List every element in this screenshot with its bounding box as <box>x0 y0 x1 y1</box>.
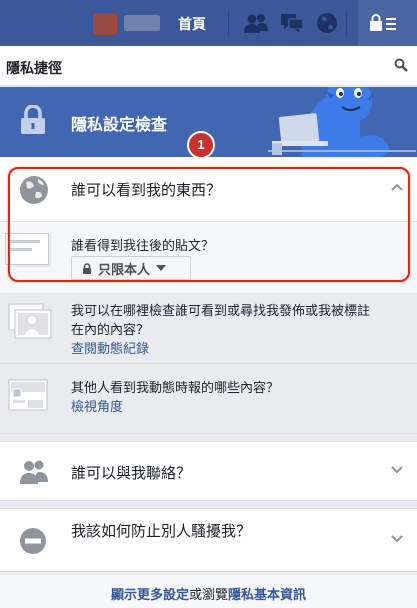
block-icon <box>20 528 46 554</box>
footer: 顯示更多設定或瀏覽隱私基本資訊 <box>0 575 417 608</box>
top-navigation-bar: 暱稱 首頁 <box>0 0 417 46</box>
list-item-view-as: 其他人看到我動態時報的哪些內容？ 檢視角度 <box>0 365 417 434</box>
home-link[interactable]: 首頁 <box>178 14 206 34</box>
divider <box>228 10 229 36</box>
section-who-can-contact[interactable]: 誰可以與我聯絡？ <box>0 441 417 501</box>
divider <box>346 10 347 36</box>
friend-requests-icon[interactable] <box>243 11 269 35</box>
notifications-globe-icon[interactable] <box>314 11 340 35</box>
list-item-activity-log: 我可以在哪裡檢查誰可看到或尋找我發佈或我被標註在內的內容？ 查閱動態紀錄 <box>0 293 417 364</box>
avatar[interactable] <box>93 13 117 35</box>
privacy-shortcuts-button[interactable] <box>358 0 417 46</box>
timeline-icon <box>8 379 48 411</box>
activity-log-description: 我可以在哪裡檢查誰可看到或尋找我發佈或我被標註在內的內容？ 查閱動態紀錄 <box>71 302 371 359</box>
banner-title: 隱私設定檢查 <box>71 115 168 134</box>
section-block[interactable]: 我該如何防止別人騷擾我？ <box>0 508 417 572</box>
activity-log-text: 我可以在哪裡檢查誰可看到或尋找我發佈或我被標註在內的內容？ <box>71 304 371 338</box>
more-settings-link[interactable]: 顯示更多設定 <box>111 588 189 603</box>
privacy-dinosaur-mascot <box>268 87 416 157</box>
profile-name[interactable]: 暱稱 <box>124 15 160 31</box>
view-as-link[interactable]: 檢視角度 <box>71 400 123 415</box>
block-question: 我該如何防止別人騷擾我？ <box>71 522 252 540</box>
photo-icon <box>8 303 52 339</box>
privacy-shortcuts-search-bar[interactable]: 隱私捷徑 <box>0 46 417 86</box>
view-as-text: 其他人看到我動態時報的哪些內容？ <box>71 381 280 396</box>
lock-icon <box>21 105 45 134</box>
view-as-description: 其他人看到我動態時報的哪些內容？ 檢視角度 <box>71 379 279 417</box>
privacy-shortcuts-icon <box>370 14 396 31</box>
annotation-highlight-box <box>8 167 410 282</box>
chevron-down-icon[interactable] <box>391 535 403 543</box>
search-icon[interactable] <box>394 58 408 72</box>
contact-question: 誰可以與我聯絡？ <box>71 464 192 482</box>
search-label: 隱私捷徑 <box>6 61 62 77</box>
annotation-badge: 1 <box>187 131 215 159</box>
messages-icon[interactable] <box>279 11 305 35</box>
activity-log-link[interactable]: 查閱動態紀錄 <box>71 342 149 357</box>
footer-connector-text: 或瀏覽 <box>188 588 228 603</box>
people-icon <box>20 460 48 484</box>
privacy-basics-link[interactable]: 隱私基本資訊 <box>228 588 306 603</box>
chevron-down-icon[interactable] <box>391 466 403 474</box>
